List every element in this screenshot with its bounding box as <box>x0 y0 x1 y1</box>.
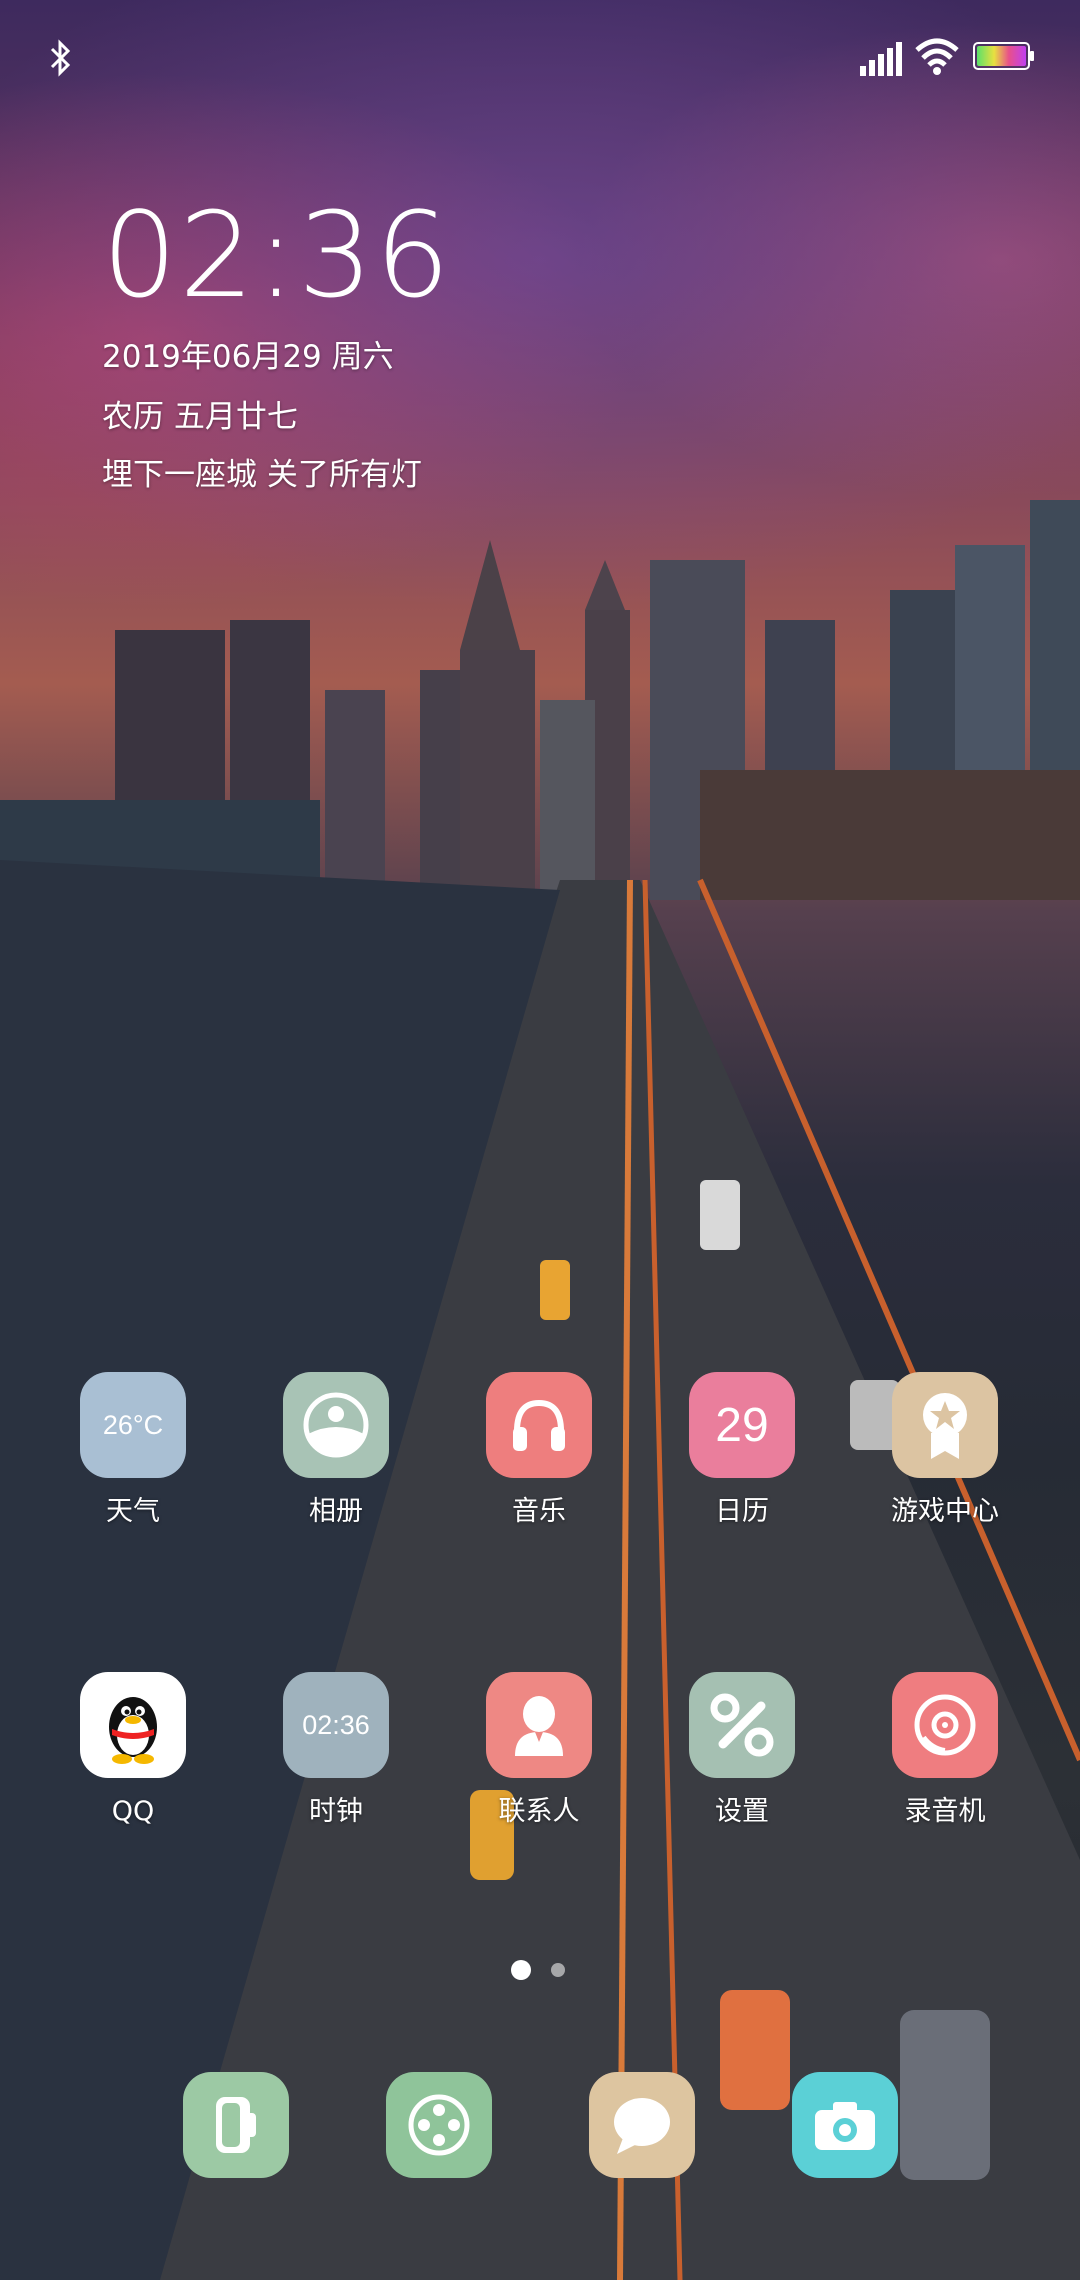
wallpaper-highway <box>0 860 1080 2280</box>
app-settings[interactable]: 设置 <box>652 1672 832 1825</box>
clock-time[interactable]: 02:36 <box>102 196 452 314</box>
clock-icon: 02:36 <box>283 1672 389 1778</box>
app-label: 天气 <box>106 1496 160 1527</box>
lunar-date-text: 农历 五月廿七 <box>102 399 298 435</box>
gallery-icon <box>283 1372 389 1478</box>
page-dot-active[interactable] <box>511 1960 531 1980</box>
app-label: 联系人 <box>498 1796 580 1827</box>
dock-phone[interactable] <box>183 2072 289 2178</box>
calendar-icon: 29 <box>689 1372 795 1478</box>
motto-text: 埋下一座城 关了所有灯 <box>102 457 422 493</box>
signal-icon <box>860 42 902 76</box>
battery-icon <box>973 42 1034 70</box>
app-label: 设置 <box>715 1796 769 1827</box>
date-text: 2019年06月29 周六 <box>102 339 394 375</box>
app-game-center[interactable]: 游戏中心 <box>855 1372 1035 1525</box>
app-calendar[interactable]: 29 日历 <box>652 1372 832 1525</box>
app-weather[interactable]: 26°C 天气 <box>43 1372 223 1525</box>
clock-icon-time: 02:36 <box>302 1709 370 1740</box>
app-label: 录音机 <box>904 1796 986 1827</box>
status-bar <box>0 30 1080 90</box>
weather-temp: 26°C <box>102 1409 164 1440</box>
browser-icon <box>408 2094 470 2156</box>
app-recorder[interactable]: 录音机 <box>855 1672 1035 1825</box>
weather-icon: 26°C <box>80 1372 186 1478</box>
bluetooth-icon <box>50 39 71 77</box>
game-badge-icon <box>892 1372 998 1478</box>
wifi-icon <box>915 38 959 75</box>
app-label: 相册 <box>309 1496 363 1527</box>
app-label: 时钟 <box>309 1796 363 1827</box>
phone-icon <box>216 2097 256 2153</box>
app-label: QQ <box>111 1796 155 1827</box>
messages-icon <box>614 2098 670 2154</box>
wallpaper-city-skyline <box>0 500 1080 900</box>
app-contacts[interactable]: 联系人 <box>449 1672 629 1825</box>
app-clock[interactable]: 02:36 时钟 <box>246 1672 426 1825</box>
page-indicator[interactable] <box>0 1960 1080 1980</box>
camera-icon <box>815 2102 875 2150</box>
contact-person-icon <box>486 1672 592 1778</box>
dock-messages[interactable] <box>589 2072 695 2178</box>
app-label: 音乐 <box>512 1496 566 1527</box>
dock-camera[interactable] <box>792 2072 898 2178</box>
settings-tools-icon <box>689 1672 795 1778</box>
page-dot[interactable] <box>551 1963 565 1977</box>
app-gallery[interactable]: 相册 <box>246 1372 426 1525</box>
app-label: 日历 <box>715 1496 769 1527</box>
qq-penguin-icon <box>80 1672 186 1778</box>
recorder-icon <box>892 1672 998 1778</box>
app-music[interactable]: 音乐 <box>449 1372 629 1525</box>
headphones-icon <box>486 1372 592 1478</box>
calendar-day: 29 <box>715 1398 769 1452</box>
app-qq[interactable]: QQ <box>43 1672 223 1825</box>
dock-browser[interactable] <box>386 2072 492 2178</box>
app-label: 游戏中心 <box>891 1496 999 1527</box>
